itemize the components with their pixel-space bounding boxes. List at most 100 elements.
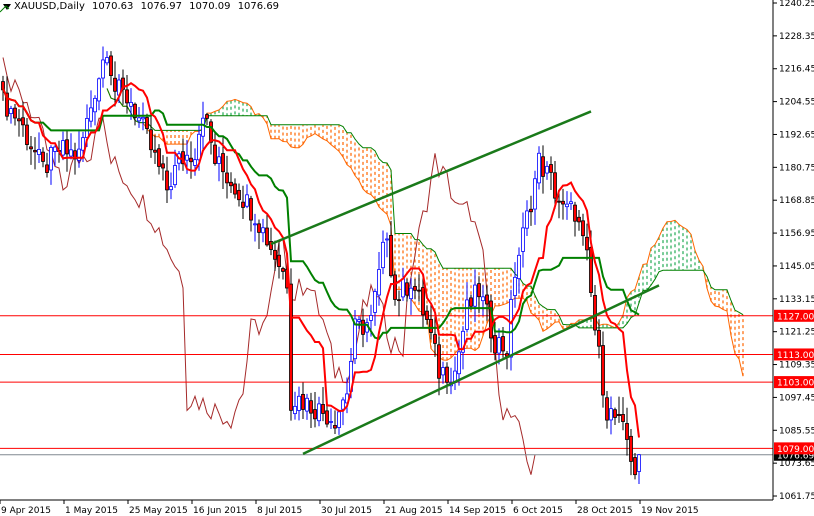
candle-body: [537, 152, 541, 184]
candle-body: [205, 114, 209, 119]
candle-body: [593, 294, 597, 331]
candle-body: [17, 118, 21, 122]
candle: [305, 393, 309, 420]
time-tick-label: 19 Nov 2015: [641, 506, 699, 516]
candle-body: [237, 189, 241, 201]
candle: [565, 191, 569, 220]
time-tick-label: 9 Apr 2015: [1, 506, 51, 516]
candle: [429, 303, 433, 340]
candle-body: [605, 397, 609, 421]
candle-body: [465, 299, 469, 330]
plot-area: [0, 46, 773, 485]
candle: [317, 396, 321, 427]
price-tick-label: 1133.15: [779, 295, 814, 305]
level-price-label: 1103.00: [777, 379, 814, 389]
candle: [605, 391, 609, 429]
candle: [321, 386, 325, 422]
candle-body: [413, 286, 417, 291]
candle-body: [429, 318, 433, 333]
candle: [189, 141, 193, 179]
candle: [373, 288, 377, 326]
candle: [169, 172, 173, 200]
candle: [389, 220, 393, 278]
price-tick-label: 1216.45: [779, 65, 814, 75]
candle: [581, 213, 585, 246]
candle-body: [597, 329, 601, 347]
candle: [41, 147, 45, 168]
candle: [405, 278, 409, 302]
candle-body: [249, 198, 253, 221]
price-chart[interactable]: 1240.25 1228.35 1216.45 1204.55 1192.65 1180.…: [0, 0, 814, 516]
candle: [365, 318, 369, 343]
candle: [165, 156, 169, 203]
candle: [225, 155, 229, 199]
candle-body: [485, 294, 489, 305]
candle-body: [137, 117, 141, 122]
price-tick-label: 1204.55: [779, 98, 814, 108]
candle: [13, 104, 17, 126]
candle: [445, 362, 449, 394]
candle-body: [313, 409, 317, 420]
candle-body: [457, 351, 461, 375]
candle-body: [337, 411, 341, 428]
candle: [97, 77, 101, 111]
candle: [69, 133, 73, 160]
candle: [229, 172, 233, 194]
candle: [213, 131, 217, 166]
candle: [253, 213, 257, 242]
candle-body: [225, 172, 229, 184]
candle-body: [405, 282, 409, 296]
candle-body: [409, 287, 413, 300]
time-tick-label: 28 Oct 2015: [577, 506, 633, 516]
candle-body: [545, 165, 549, 174]
candle: [9, 105, 13, 124]
candle-body: [329, 421, 333, 423]
candle: [161, 155, 165, 181]
candle-body: [385, 238, 389, 241]
candle-body: [101, 59, 105, 79]
price-tick-label: 1228.35: [779, 32, 814, 42]
candle: [337, 410, 341, 435]
candle: [93, 95, 97, 126]
candle: [577, 210, 581, 231]
candle: [497, 328, 501, 365]
candle-body: [441, 367, 445, 376]
candle-body: [61, 140, 65, 156]
candle-body: [609, 408, 613, 421]
candle: [617, 396, 621, 423]
candle-body: [481, 296, 485, 302]
candle: [393, 270, 397, 306]
candle: [529, 195, 533, 226]
tenkan-sen-line: [2, 81, 640, 438]
candle-body: [257, 223, 261, 233]
price-tick-label: 1145.05: [779, 262, 814, 272]
price-tick-label: 1168.85: [779, 196, 814, 206]
candle-body: [297, 395, 301, 411]
candle-body: [437, 344, 441, 379]
candle-body: [113, 77, 117, 92]
candle-body: [557, 200, 561, 203]
candle: [437, 336, 441, 396]
candle-body: [245, 194, 249, 207]
candle-body: [277, 254, 281, 268]
candle-body: [589, 247, 593, 293]
candle-body: [149, 129, 153, 151]
candle: [265, 214, 269, 247]
candle-body: [141, 116, 145, 120]
candle: [241, 185, 245, 219]
candle: [245, 184, 249, 209]
time-tick-label: 6 Oct 2015: [513, 506, 563, 516]
time-tick-label: 8 Jul 2015: [257, 506, 302, 516]
candle: [593, 285, 597, 336]
level-price-label: 1079.00: [777, 445, 814, 455]
candle-body: [381, 241, 385, 269]
candle: [105, 51, 109, 66]
candle-body: [601, 345, 605, 396]
price-tick-label: 1061.75: [779, 492, 814, 502]
candle-body: [477, 283, 481, 298]
candle-body: [613, 409, 617, 418]
time-tick-label: 30 Jul 2015: [321, 506, 372, 516]
candle-body: [105, 57, 109, 64]
candle: [313, 392, 317, 428]
candle-body: [273, 249, 277, 260]
